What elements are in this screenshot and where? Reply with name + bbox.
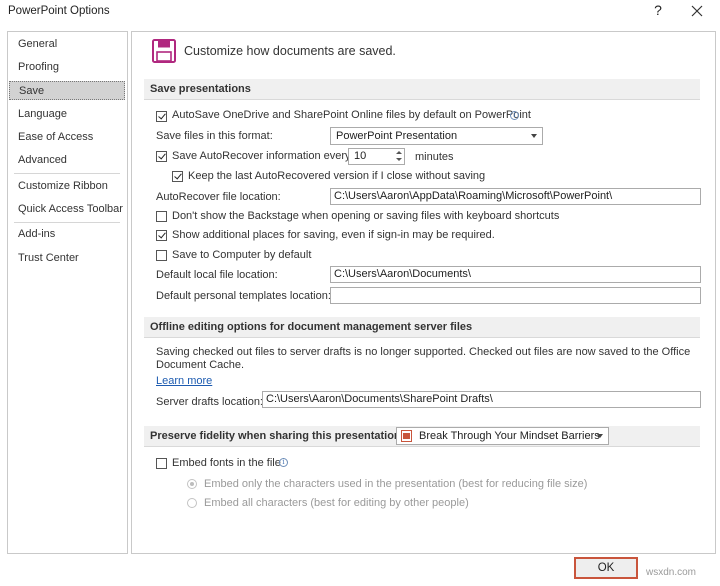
sidebar-item-save[interactable]: Save: [9, 81, 125, 100]
dont-show-backstage-label: Don't show the Backstage when opening or…: [172, 210, 560, 222]
section-title: Offline editing options for document man…: [150, 321, 473, 333]
dont-show-backstage-checkbox[interactable]: [156, 211, 167, 222]
sidebar-item-language[interactable]: Language: [9, 105, 125, 124]
autorecover-minutes-spinner[interactable]: 10: [348, 148, 405, 165]
save-format-value: PowerPoint Presentation: [336, 130, 458, 142]
embed-only-used-label: Embed only the characters used in the pr…: [204, 478, 588, 490]
default-templates-location-label: Default personal templates location:: [156, 290, 331, 302]
close-icon: [691, 5, 703, 17]
watermark-text: wsxdn.com: [646, 567, 697, 578]
minutes-label: minutes: [415, 151, 454, 163]
sidebar-divider: [14, 222, 120, 223]
section-title: Preserve fidelity when sharing this pres…: [150, 430, 405, 442]
save-options-panel: Customize how documents are saved. Save …: [131, 31, 716, 554]
autorecover-minutes-value: 10: [354, 150, 367, 162]
ok-button[interactable]: OK: [574, 557, 638, 579]
server-drafts-location-label: Server drafts location:: [156, 396, 263, 408]
save-format-label: Save files in this format:: [156, 130, 273, 142]
default-local-location-label: Default local file location:: [156, 269, 278, 281]
sidebar-item-ease-of-access[interactable]: Ease of Access: [9, 128, 125, 147]
sidebar-item-advanced[interactable]: Advanced: [9, 151, 125, 170]
sidebar-item-general[interactable]: General: [9, 35, 125, 54]
section-title: Save presentations: [150, 83, 251, 95]
sidebar-item-quick-access-toolbar[interactable]: Quick Access Toolbar: [9, 200, 125, 219]
help-button[interactable]: ?: [650, 2, 666, 20]
options-sidebar: General Proofing Save Language Ease of A…: [7, 31, 128, 554]
embed-fonts-checkbox[interactable]: [156, 458, 167, 469]
page-header-text: Customize how documents are saved.: [184, 44, 396, 58]
save-disk-icon: [152, 39, 176, 63]
sidebar-item-add-ins[interactable]: Add-ins: [9, 225, 125, 244]
offline-message-line: Saving checked out files to server draft…: [156, 346, 691, 358]
section-offline-editing: Offline editing options for document man…: [144, 317, 700, 338]
title-bar: PowerPoint Options ?: [0, 0, 720, 24]
save-to-computer-checkbox[interactable]: [156, 250, 167, 261]
keep-last-autorecovered-checkbox[interactable]: [172, 171, 183, 182]
autosave-label: AutoSave OneDrive and SharePoint Online …: [172, 109, 531, 121]
sidebar-item-proofing[interactable]: Proofing: [9, 58, 125, 77]
offline-message: Saving checked out files to server draft…: [156, 346, 696, 372]
info-icon: i: [510, 111, 519, 120]
embed-fonts-label: Embed fonts in the file: [172, 457, 281, 469]
offline-message-line: Document Cache.: [156, 359, 245, 371]
embed-all-characters-label: Embed all characters (best for editing b…: [204, 497, 469, 509]
autorecover-location-field[interactable]: C:\Users\Aaron\AppData\Roaming\Microsoft…: [330, 188, 701, 205]
window-title: PowerPoint Options: [8, 5, 110, 17]
section-save-presentations: Save presentations: [144, 79, 700, 100]
embed-only-used-radio[interactable]: [187, 479, 197, 489]
autorecover-label: Save AutoRecover information every: [172, 150, 351, 162]
default-local-location-field[interactable]: C:\Users\Aaron\Documents\: [330, 266, 701, 283]
info-icon: i: [279, 458, 288, 467]
show-additional-places-label: Show additional places for saving, even …: [172, 229, 495, 241]
sidebar-divider: [14, 173, 120, 174]
chevron-down-icon: [597, 434, 603, 438]
server-drafts-location-field[interactable]: C:\Users\Aaron\Documents\SharePoint Draf…: [262, 391, 701, 408]
fidelity-presentation-value: Break Through Your Mindset Barriers: [419, 430, 600, 442]
close-button[interactable]: [686, 1, 708, 21]
spin-up-icon[interactable]: [396, 151, 402, 154]
spin-down-icon[interactable]: [396, 158, 402, 161]
embed-all-characters-radio[interactable]: [187, 498, 197, 508]
save-format-dropdown[interactable]: PowerPoint Presentation: [330, 127, 543, 145]
autorecover-location-label: AutoRecover file location:: [156, 191, 281, 203]
powerpoint-file-icon: [401, 430, 412, 442]
default-templates-location-field[interactable]: [330, 287, 701, 304]
fidelity-presentation-dropdown[interactable]: Break Through Your Mindset Barriers: [396, 427, 609, 445]
chevron-down-icon: [531, 134, 537, 138]
save-to-computer-label: Save to Computer by default: [172, 249, 312, 261]
sidebar-item-trust-center[interactable]: Trust Center: [9, 249, 125, 268]
keep-last-autorecovered-label: Keep the last AutoRecovered version if I…: [188, 170, 486, 182]
autosave-checkbox[interactable]: [156, 111, 167, 122]
sidebar-item-customize-ribbon[interactable]: Customize Ribbon: [9, 177, 125, 196]
show-additional-places-checkbox[interactable]: [156, 230, 167, 241]
learn-more-link[interactable]: Learn more: [156, 375, 212, 387]
autorecover-checkbox[interactable]: [156, 151, 167, 162]
